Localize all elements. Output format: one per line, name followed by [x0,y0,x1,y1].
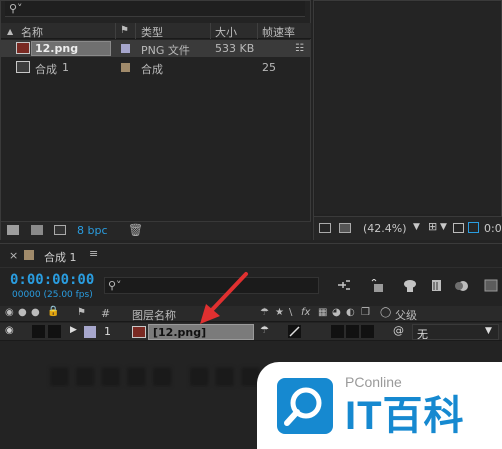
column-type[interactable]: 类型 [141,24,163,40]
viewer-footer: (42.4%) ▼ ⊞ ▼ 0:00: [314,216,502,240]
project-search-bar[interactable]: ⚲˅ [5,1,305,17]
close-icon[interactable]: × [9,249,18,262]
column-name[interactable]: 名称 [21,24,43,40]
project-item-row[interactable]: 12.png PNG 文件 533 KB [1,40,311,57]
3d-layer-switch-icon[interactable]: ❒ [361,307,370,318]
composition-viewer-panel: (42.4%) ▼ ⊞ ▼ 0:00: [313,0,502,240]
zoom-level[interactable]: (42.4%) [363,222,407,235]
project-item-row[interactable]: 合成 1 合成 25 [1,59,311,76]
bit-depth-button[interactable]: 8 bpc [77,224,108,237]
chevron-down-icon[interactable]: ▼ [413,222,420,232]
chevron-down-icon: ▼ [485,326,492,336]
graph-editor-icon[interactable] [484,279,498,292]
motion-blur-switch-icon[interactable]: ◕ [332,307,341,318]
layer-number-column[interactable]: # [101,307,110,320]
flowchart-icon[interactable]: ☷ [295,43,304,54]
new-folder-icon[interactable] [31,225,43,235]
solo-icon[interactable]: ● [31,307,40,318]
image-file-icon [132,326,146,338]
trash-icon[interactable]: 🗑 [128,223,143,237]
pickwhip-icon[interactable]: @ [393,324,404,337]
project-footer: 8 bpc 🗑 [1,221,311,240]
timeline-tab-bar: × 合成 1 ≡ [0,244,502,268]
lock-toggle[interactable] [48,325,61,338]
project-panel: ⚲˅ ▲ 名称 ⚑ 类型 大小 帧速率 12.png PNG 文件 533 KB… [0,0,311,240]
collapse-switch-icon[interactable]: ★ [275,307,284,318]
item-size: 533 KB [215,42,255,55]
frame-rate-info: 00000 (25.00 fps) [12,290,93,300]
pickwhip-icon[interactable]: ◯ [380,307,391,318]
monitor-icon[interactable] [339,223,351,233]
watermark-title: IT百科 [345,394,465,438]
toggle-transparency-icon[interactable] [453,223,464,233]
frame-blend-switch-icon[interactable]: ▦ [318,307,327,318]
draft-3d-icon[interactable] [369,278,383,292]
red-arrow-annotation [200,272,248,324]
search-icon: ⚲˅ [108,279,122,292]
search-magnifier-logo-icon [277,378,333,434]
expand-triangle-icon[interactable]: ▶ [70,325,77,335]
image-file-icon [16,42,30,54]
parent-value: 无 [417,328,428,341]
viewer-canvas[interactable] [315,2,501,214]
new-composition-icon[interactable] [54,225,66,235]
chevron-down-icon[interactable]: ▼ [440,222,447,232]
layer-index: 1 [104,325,111,338]
region-of-interest-icon[interactable] [468,222,479,233]
parent-dropdown[interactable]: 无 ▼ [412,324,499,341]
quality-toggle[interactable] [288,325,301,338]
viewer-timecode[interactable]: 0:00: [484,222,502,235]
item-name: 12.png [35,42,79,55]
current-time-display[interactable]: 0:00:00:00 [10,272,94,288]
motion-blur-toggle[interactable] [331,325,344,338]
layer-label-color[interactable] [84,326,96,338]
adjustment-toggle[interactable] [346,325,359,338]
solo-toggle[interactable] [32,325,45,338]
shy-switch-icon[interactable]: ☂ [260,307,269,318]
label-color-swatch[interactable] [121,63,130,72]
search-icon[interactable]: ⚲˅ [9,2,23,15]
item-type: 合成 [141,63,163,76]
item-fps: 25 [262,61,276,74]
column-fps[interactable]: 帧速率 [262,24,295,40]
watermark-brand: PConline [345,374,402,390]
layer-name: [12.png] [153,326,207,339]
composition-mini-flowchart-icon[interactable] [337,279,351,292]
lock-icon[interactable]: 🔒 [47,306,59,317]
composition-icon [16,61,30,73]
audio-icon[interactable]: ● [18,307,27,318]
quality-switch-icon[interactable]: \ [289,307,292,318]
column-size[interactable]: 大小 [215,24,237,40]
hide-shy-layers-icon[interactable] [403,279,417,292]
eye-icon[interactable]: ◉ [5,307,14,318]
item-name: 合成 [35,63,57,76]
shy-toggle-icon[interactable]: ☂ [260,325,269,336]
label-color-swatch[interactable] [121,44,130,53]
tab-composition[interactable]: 合成 1 [44,249,77,265]
always-preview-icon[interactable] [319,223,331,233]
label-tag-icon[interactable]: ⚑ [77,307,86,318]
3d-toggle[interactable] [361,325,374,338]
parent-column[interactable]: 父级 [395,307,417,323]
watermark-badge: PConline IT百科 [257,362,502,449]
project-column-header: ▲ 名称 ⚑ 类型 大小 帧速率 [1,23,311,39]
item-count: 1 [62,61,69,74]
label-tag-icon[interactable]: ⚑ [120,25,129,36]
tab-menu-icon[interactable]: ≡ [89,247,98,260]
adjustment-layer-switch-icon[interactable]: ◐ [346,307,355,318]
effects-switch-icon[interactable]: fx [301,307,310,318]
layer-name-field[interactable]: [12.png] [148,324,254,340]
sort-arrow-icon[interactable]: ▲ [7,27,13,36]
resolution-grid-icon[interactable]: ⊞ [428,220,437,233]
visibility-eye-icon[interactable]: ◉ [5,325,14,336]
layer-name-column[interactable]: 图层名称 [132,307,176,323]
frame-blending-icon[interactable] [430,279,444,292]
tab-color-swatch [24,250,34,260]
interpret-footage-icon[interactable] [7,225,19,235]
item-type: PNG 文件 [141,44,190,57]
motion-blur-icon[interactable] [455,279,469,292]
